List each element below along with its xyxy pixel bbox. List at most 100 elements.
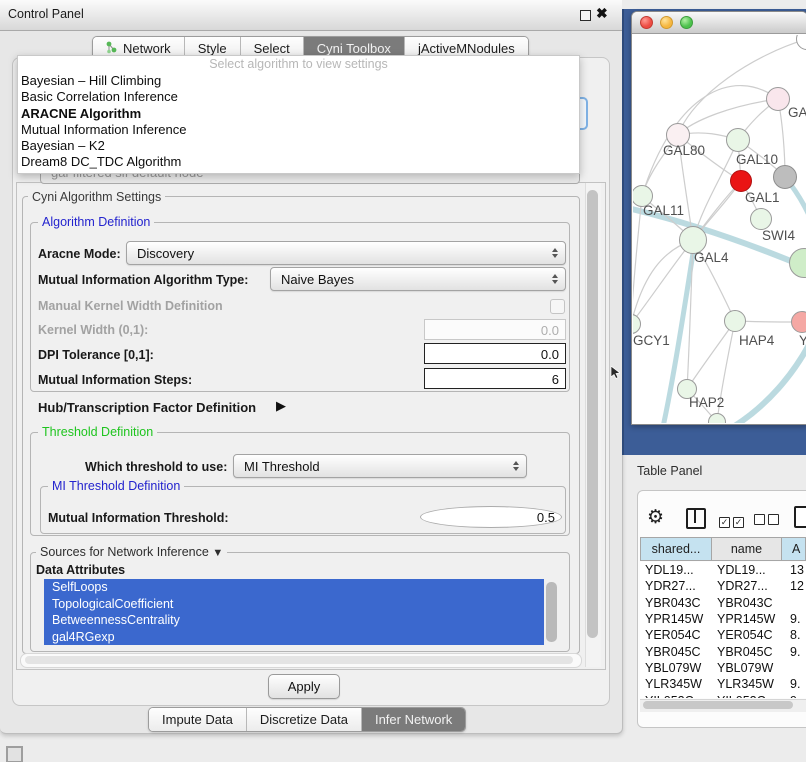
network-node[interactable] bbox=[766, 87, 790, 111]
table-row[interactable]: YDL19...YDL19...13 bbox=[640, 562, 806, 578]
sources-label-text: Sources for Network Inference bbox=[40, 545, 209, 559]
hub-expand-arrow-icon[interactable]: ▶ bbox=[276, 398, 286, 414]
table-cell: YBL079W bbox=[640, 661, 712, 675]
network-node[interactable] bbox=[750, 208, 772, 230]
mi-steps-field[interactable]: 6 bbox=[424, 368, 566, 389]
deselect-all-checkboxes-icon[interactable] bbox=[754, 512, 782, 530]
table-row[interactable]: YBR043CYBR043C bbox=[640, 595, 806, 611]
table-cell: YBR045C bbox=[640, 645, 712, 659]
table-cell: YPR145W bbox=[640, 612, 712, 626]
table-cell: 8. bbox=[782, 628, 806, 642]
stepper-arrows-icon bbox=[552, 248, 558, 258]
table-cell: 9. bbox=[782, 612, 806, 626]
data-attributes-list[interactable]: SelfLoopsTopologicalCoefficientBetweenne… bbox=[44, 579, 544, 648]
table-cell: YLR345W bbox=[712, 677, 782, 691]
column-header-shared[interactable]: shared... bbox=[640, 537, 712, 561]
screen: Control Panel ✖ NetworkStyleSelectCyni T… bbox=[0, 0, 806, 762]
manual-kernel-width-checkbox[interactable] bbox=[550, 299, 565, 314]
table-hscrollbar-thumb[interactable] bbox=[643, 701, 793, 709]
algorithm-option-mutual-information-inference[interactable]: Mutual Information Inference bbox=[18, 122, 579, 138]
aracne-mode-label: Aracne Mode: bbox=[38, 247, 121, 261]
table-row[interactable]: YPR145WYPR145W9. bbox=[640, 611, 806, 627]
table-row[interactable]: YLR345WYLR345W9. bbox=[640, 676, 806, 692]
stepper-arrows-icon bbox=[513, 461, 519, 471]
attribute-item-betweennesscentrality[interactable]: BetweennessCentrality bbox=[44, 612, 544, 629]
mouse-cursor bbox=[611, 366, 620, 384]
desktop-top-strip bbox=[622, 0, 806, 9]
tab-jactivemnodules-label: jActiveMNodules bbox=[418, 41, 515, 56]
table-cell: YIL052C bbox=[712, 694, 782, 698]
table-cell: YDL19... bbox=[640, 563, 712, 577]
node-label-gal: GAL bbox=[788, 105, 806, 120]
settings-scrollbar-thumb[interactable] bbox=[587, 190, 598, 638]
table-cell: YER054C bbox=[712, 628, 782, 642]
table-cell: 12 bbox=[782, 579, 806, 593]
algorithm-option-dream8-dc-tdc-algorithm[interactable]: Dream8 DC_TDC Algorithm bbox=[18, 154, 579, 170]
gear-icon[interactable]: ⚙ bbox=[647, 506, 664, 528]
node-label-swi4: SWI4 bbox=[762, 228, 795, 243]
network-node[interactable] bbox=[791, 311, 806, 333]
mi-algorithm-type-combo[interactable]: Naive Bayes bbox=[270, 267, 566, 291]
kernel-width-field[interactable]: 0.0 bbox=[424, 319, 566, 340]
node-label-y: Y bbox=[799, 333, 806, 348]
settings-hscrollbar-thumb[interactable] bbox=[25, 656, 573, 664]
dpi-tolerance-label: DPI Tolerance [0,1]: bbox=[38, 348, 154, 362]
table-cell: 9. bbox=[782, 645, 806, 659]
mi-threshold-label: Mutual Information Threshold: bbox=[48, 511, 229, 525]
tab-network-label: Network bbox=[123, 41, 171, 56]
collapse-arrow-icon[interactable]: ▼ bbox=[212, 547, 223, 559]
algorithm-option-bayesian-hill-climbing[interactable]: Bayesian – Hill Climbing bbox=[18, 73, 579, 89]
node-label-hap4: HAP4 bbox=[739, 333, 774, 348]
algorithm-option-aracne-algorithm[interactable]: ARACNE Algorithm bbox=[18, 106, 579, 122]
table-cell: YDR27... bbox=[712, 579, 782, 593]
mi-steps-label: Mutual Information Steps: bbox=[38, 373, 192, 387]
sources-label[interactable]: Sources for Network Inference ▼ bbox=[36, 545, 227, 559]
network-node[interactable] bbox=[724, 310, 746, 332]
minimize-traffic-light-icon[interactable] bbox=[660, 16, 673, 29]
attribute-item-gal4rgexp[interactable]: gal4RGexp bbox=[44, 629, 544, 646]
close-traffic-light-icon[interactable] bbox=[640, 16, 653, 29]
dpi-tolerance-field[interactable]: 0.0 bbox=[424, 343, 566, 364]
close-icon[interactable]: ✖ bbox=[596, 5, 608, 22]
minimized-panel-icon[interactable] bbox=[6, 746, 23, 762]
node-label-gcy1: GCY1 bbox=[633, 333, 670, 348]
table-row[interactable]: YER054CYER054C8. bbox=[640, 627, 806, 643]
bottom-tab-discretize-data[interactable]: Discretize Data bbox=[247, 708, 362, 731]
hub-definition-label[interactable]: Hub/Transcription Factor Definition bbox=[38, 400, 256, 415]
network-canvas[interactable]: GALGAL80GAL10GAL1GAL11SWI4GAL4GCY1HAP4YH… bbox=[633, 35, 806, 423]
control-panel-window: Control Panel ✖ NetworkStyleSelectCyni T… bbox=[0, 0, 623, 734]
attribute-item-topologicalcoefficient[interactable]: TopologicalCoefficient bbox=[44, 596, 544, 613]
attributes-scrollbar-thumb[interactable] bbox=[546, 582, 557, 642]
table-row[interactable]: YBR045CYBR045C9. bbox=[640, 643, 806, 659]
algorithm-option-bayesian-k2[interactable]: Bayesian – K2 bbox=[18, 138, 579, 154]
bottom-tab-infer-network[interactable]: Infer Network bbox=[362, 708, 465, 731]
control-panel-titlebar[interactable]: Control Panel ✖ bbox=[0, 0, 622, 31]
column-layout-icon[interactable] bbox=[686, 508, 706, 529]
table-cell: YBR045C bbox=[712, 645, 782, 659]
table-row[interactable]: YBL079WYBL079W bbox=[640, 660, 806, 676]
algorithm-option-basic-correlation-inference[interactable]: Basic Correlation Inference bbox=[18, 89, 579, 105]
which-threshold-value: MI Threshold bbox=[244, 459, 320, 474]
settings-horizontal-scrollbar[interactable] bbox=[20, 653, 582, 668]
attribute-item-selfloops[interactable]: SelfLoops bbox=[44, 579, 544, 596]
mi-threshold-definition-label: MI Threshold Definition bbox=[48, 479, 184, 493]
zoom-traffic-light-icon[interactable] bbox=[680, 16, 693, 29]
select-all-checkboxes-icon[interactable]: ✓✓ bbox=[719, 512, 747, 530]
column-header-name[interactable]: name bbox=[711, 537, 782, 561]
network-node[interactable] bbox=[726, 128, 750, 152]
table-rows[interactable]: YDL19...YDL19...13YDR27...YDR27...12YBR0… bbox=[640, 562, 806, 698]
bottom-tab-impute-data[interactable]: Impute Data bbox=[149, 708, 247, 731]
network-node[interactable] bbox=[730, 170, 752, 192]
network-window-titlebar[interactable] bbox=[632, 12, 806, 34]
table-row[interactable]: YDR27...YDR27...12 bbox=[640, 578, 806, 594]
float-window-icon[interactable] bbox=[580, 10, 591, 21]
mi-threshold-field[interactable]: 0.5 bbox=[420, 506, 562, 528]
mi-algorithm-type-value: Naive Bayes bbox=[281, 272, 354, 287]
apply-button[interactable]: Apply bbox=[268, 674, 340, 699]
aracne-mode-combo[interactable]: Discovery bbox=[126, 241, 566, 265]
network-node[interactable] bbox=[773, 165, 797, 189]
table-row[interactable]: YIL052CYIL052C9 bbox=[640, 692, 806, 698]
column-header-third[interactable]: A bbox=[781, 537, 806, 561]
which-threshold-combo[interactable]: MI Threshold bbox=[233, 454, 527, 478]
new-table-icon[interactable] bbox=[794, 506, 806, 528]
